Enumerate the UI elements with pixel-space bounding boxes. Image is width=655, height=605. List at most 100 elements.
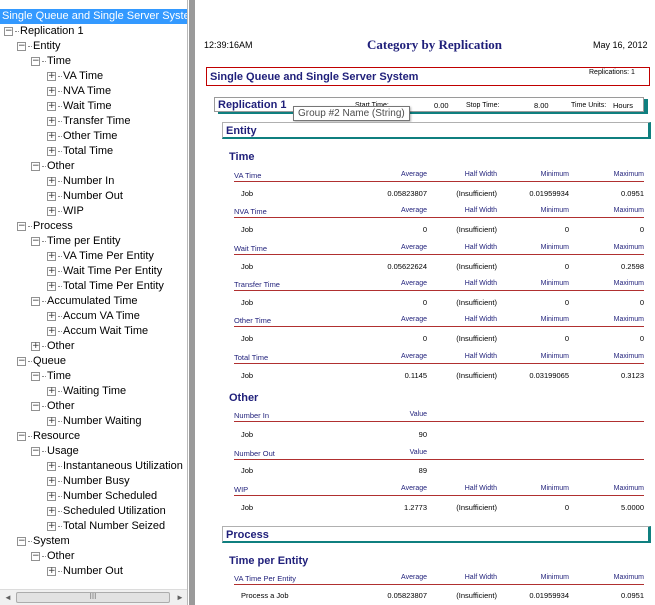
expand-icon[interactable]: + xyxy=(47,327,56,336)
expand-icon[interactable]: + xyxy=(47,522,56,531)
tree-item[interactable]: + Waiting Time xyxy=(47,384,126,399)
tree-item-label: Number Out xyxy=(63,565,123,577)
va-per-entity-rule xyxy=(234,584,644,585)
collapse-icon[interactable]: − xyxy=(4,27,13,36)
expand-icon[interactable]: + xyxy=(47,87,56,96)
collapse-icon[interactable]: − xyxy=(31,297,40,306)
stat-rule xyxy=(234,326,644,327)
tree-item[interactable]: + Transfer Time xyxy=(47,114,130,129)
stat-rule xyxy=(234,181,644,182)
expand-icon[interactable]: + xyxy=(47,147,56,156)
tree-item-label: Other xyxy=(47,550,75,562)
expand-icon[interactable]: + xyxy=(47,492,56,501)
tree-item[interactable]: + Total Number Seized xyxy=(47,519,165,534)
tree-horizontal-scrollbar[interactable]: ◄ III ► xyxy=(0,589,187,605)
tree-item[interactable]: + Scheduled Utilization xyxy=(47,504,166,519)
tree-connector xyxy=(58,211,62,212)
tree-item[interactable]: + Number Out xyxy=(47,189,123,204)
expand-icon[interactable]: + xyxy=(47,72,56,81)
halfwidth-header: Half Width xyxy=(464,171,497,178)
collapse-icon[interactable]: − xyxy=(31,237,40,246)
tree-item-label: Number Busy xyxy=(63,475,130,487)
tree-item[interactable]: + Other xyxy=(31,339,75,354)
expand-icon[interactable]: + xyxy=(47,477,56,486)
tree-item[interactable]: + Accum Wait Time xyxy=(47,324,148,339)
collapse-icon[interactable]: − xyxy=(17,357,26,366)
expand-icon[interactable]: + xyxy=(31,342,40,351)
collapse-icon[interactable]: − xyxy=(17,432,26,441)
process-section-label: Process xyxy=(226,529,269,541)
tree-item[interactable]: + Number Waiting xyxy=(47,414,141,429)
expand-icon[interactable]: + xyxy=(47,312,56,321)
tree-item[interactable]: + Accum VA Time xyxy=(47,309,140,324)
time-group-label: Time xyxy=(229,151,255,163)
expand-icon[interactable]: + xyxy=(47,387,56,396)
tree-item[interactable]: + NVA Time xyxy=(47,84,111,99)
expand-icon[interactable]: + xyxy=(47,567,56,576)
tree-item[interactable]: + VA Time Per Entity xyxy=(47,249,154,264)
tree-item[interactable]: + Number Out xyxy=(47,564,123,579)
tree-item[interactable]: − Other xyxy=(31,549,75,564)
tree-item[interactable]: − Entity xyxy=(17,39,61,54)
expand-icon[interactable]: + xyxy=(47,177,56,186)
tree-item[interactable]: − Time per Entity xyxy=(31,234,121,249)
tree-item[interactable]: + Wait Time xyxy=(47,99,112,114)
tree-connector xyxy=(42,451,46,452)
tree-item[interactable]: − Queue xyxy=(17,354,66,369)
collapse-icon[interactable]: − xyxy=(31,372,40,381)
halfwidth-header: Half Width xyxy=(464,353,497,360)
tree-item[interactable]: − Other xyxy=(31,399,75,414)
tree-item[interactable]: − Replication 1 xyxy=(4,24,84,39)
tree-item[interactable]: + Number In xyxy=(47,174,114,189)
tree-item[interactable]: + Wait Time Per Entity xyxy=(47,264,162,279)
expand-icon[interactable]: + xyxy=(47,417,56,426)
tree-item[interactable]: − Other xyxy=(31,159,75,174)
va-per-entity-maximum: 0.0951 xyxy=(621,591,644,600)
expand-icon[interactable]: + xyxy=(47,507,56,516)
tree-item[interactable]: − Process xyxy=(17,219,73,234)
expand-icon[interactable]: + xyxy=(47,102,56,111)
collapse-icon[interactable]: − xyxy=(17,42,26,51)
tree-connector xyxy=(28,541,32,542)
expand-icon[interactable]: + xyxy=(47,117,56,126)
tree-root-item[interactable]: Single Queue and Single Server System xyxy=(0,9,187,24)
collapse-icon[interactable]: − xyxy=(31,552,40,561)
tree-item[interactable]: − System xyxy=(17,534,70,549)
tree-item[interactable]: + VA Time xyxy=(47,69,103,84)
expand-icon[interactable]: + xyxy=(47,132,56,141)
stat-name: Total Time xyxy=(234,353,269,362)
tree-item[interactable]: − Accumulated Time xyxy=(31,294,137,309)
collapse-icon[interactable]: − xyxy=(17,537,26,546)
tree-item[interactable]: + WIP xyxy=(47,204,84,219)
maximum-header: Maximum xyxy=(613,316,644,323)
tree-item[interactable]: − Resource xyxy=(17,429,80,444)
scroll-right-arrow-icon[interactable]: ► xyxy=(176,593,184,602)
tree-item[interactable]: − Usage xyxy=(31,444,79,459)
collapse-icon[interactable]: − xyxy=(31,57,40,66)
wip-maximum: 5.0000 xyxy=(621,503,644,512)
expand-icon[interactable]: + xyxy=(47,282,56,291)
collapse-icon[interactable]: − xyxy=(31,162,40,171)
expand-icon[interactable]: + xyxy=(47,192,56,201)
tree-item[interactable]: + Total Time xyxy=(47,144,113,159)
tree-item[interactable]: + Number Busy xyxy=(47,474,130,489)
tree-connector xyxy=(28,46,32,47)
tree-item[interactable]: + Other Time xyxy=(47,129,117,144)
scroll-thumb[interactable]: III xyxy=(16,592,170,603)
tree-item[interactable]: − Time xyxy=(31,54,71,69)
collapse-icon[interactable]: − xyxy=(17,222,26,231)
tree-item[interactable]: − Time xyxy=(31,369,71,384)
expand-icon[interactable]: + xyxy=(47,267,56,276)
tree-item-label: Wait Time xyxy=(63,100,112,112)
stat-minimum: 0 xyxy=(564,298,569,307)
expand-icon[interactable]: + xyxy=(47,252,56,261)
collapse-icon[interactable]: − xyxy=(31,402,40,411)
expand-icon[interactable]: + xyxy=(47,462,56,471)
tree-item[interactable]: + Number Scheduled xyxy=(47,489,157,504)
collapse-icon[interactable]: − xyxy=(31,447,40,456)
tree-item-label: Other xyxy=(47,340,75,352)
tree-item[interactable]: + Instantaneous Utilization xyxy=(47,459,183,474)
tree-item[interactable]: + Total Time Per Entity xyxy=(47,279,164,294)
scroll-left-arrow-icon[interactable]: ◄ xyxy=(4,593,12,602)
expand-icon[interactable]: + xyxy=(47,207,56,216)
